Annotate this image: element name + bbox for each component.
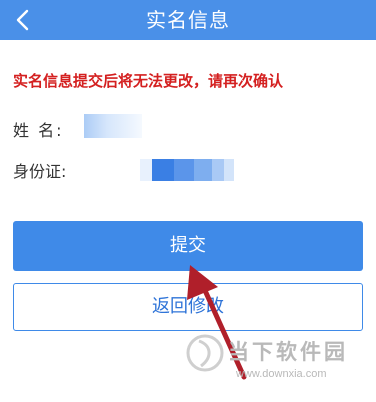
watermark-logo-icon [186,334,224,372]
watermark-brand: 当下软件园 [228,340,348,364]
watermark-url: www.downxia.com [236,368,327,380]
